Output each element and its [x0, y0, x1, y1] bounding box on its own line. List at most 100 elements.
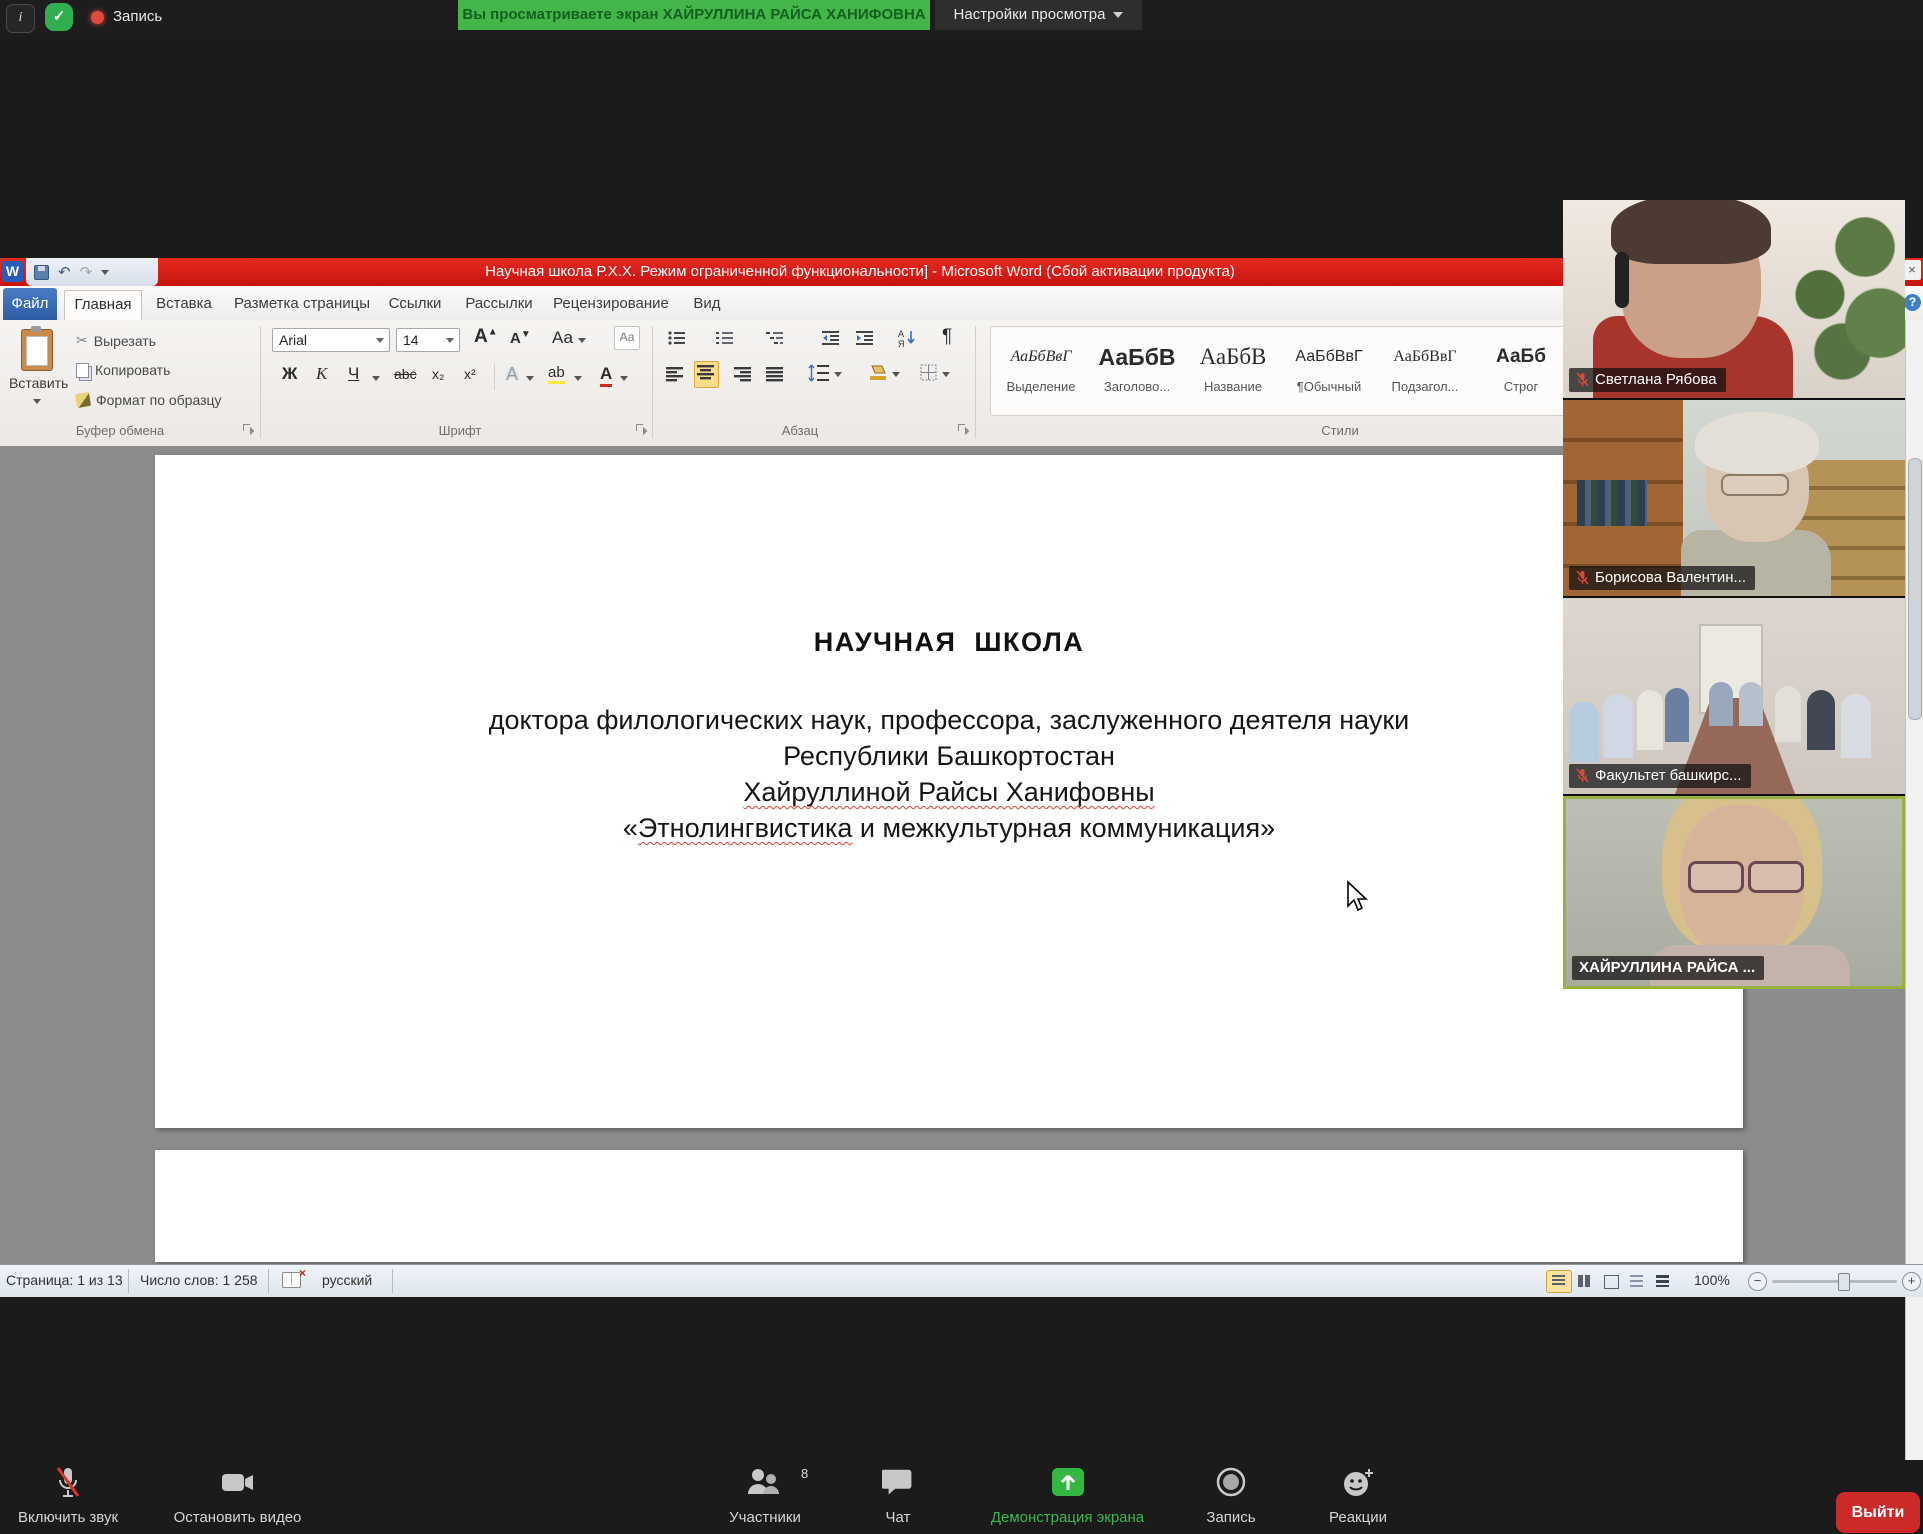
show-paragraph-marks-button[interactable]: ¶ [942, 326, 952, 348]
shading-icon[interactable] [868, 364, 888, 382]
page-count-status[interactable]: Страница: 1 из 13 [6, 1272, 123, 1288]
increase-indent-icon[interactable] [856, 330, 874, 346]
style-chip[interactable]: АаБбВ Заголово... [1089, 335, 1185, 407]
borders-icon[interactable] [920, 364, 938, 382]
font-size-combo[interactable]: 14 [396, 328, 460, 352]
outline-view-button[interactable] [1624, 1270, 1650, 1293]
clear-formatting-button[interactable]: Аа [614, 326, 640, 350]
scrollbar-thumb[interactable] [1908, 458, 1922, 720]
multilevel-list-icon[interactable] [766, 330, 784, 346]
subscript-button[interactable]: x₂ [432, 366, 444, 382]
change-case-dropdown-icon[interactable] [578, 338, 586, 343]
copy-button[interactable]: Копировать [76, 362, 170, 378]
shrink-font-button[interactable]: А▼ [510, 329, 531, 347]
help-icon[interactable]: ? [1904, 294, 1921, 311]
borders-dropdown-icon[interactable] [942, 372, 950, 377]
style-chip[interactable]: АаБбВвГ Выделение [993, 335, 1089, 407]
close-document-icon[interactable]: × [1903, 260, 1921, 280]
align-left-icon[interactable] [666, 366, 685, 382]
undo-icon[interactable]: ↶ [58, 266, 71, 279]
align-right-icon[interactable] [734, 366, 753, 382]
stop-video-button[interactable]: Остановить видео [155, 1466, 320, 1526]
tab-references[interactable]: Ссылки [384, 290, 446, 320]
zoom-out-button[interactable]: − [1748, 1272, 1767, 1291]
bold-button[interactable]: Ж [282, 364, 297, 384]
format-painter-button[interactable]: Формат по образцу [76, 392, 222, 408]
font-color-button[interactable]: А [600, 364, 612, 384]
participant-video-active-speaker[interactable]: ХАЙРУЛЛИНА РАЙСА ... [1563, 796, 1905, 989]
participant-video[interactable]: Светлана Рябова [1563, 200, 1905, 400]
paste-button[interactable]: Вставить [8, 326, 66, 422]
font-dialog-launcher-icon[interactable] [636, 424, 647, 435]
redo-icon[interactable]: ↷ [80, 266, 93, 279]
font-name-combo[interactable]: Arial [272, 328, 390, 352]
text-effects-dropdown-icon[interactable] [526, 376, 534, 381]
zoom-slider-thumb[interactable] [1838, 1273, 1850, 1291]
document-page-1[interactable]: НАУЧНАЯ ШКОЛА доктора филологических нау… [155, 455, 1743, 1128]
line-spacing-icon[interactable] [808, 364, 830, 382]
document-page-2[interactable] [155, 1150, 1743, 1262]
language-status[interactable]: русский [322, 1272, 372, 1288]
underline-dropdown-icon[interactable] [372, 376, 380, 381]
zoom-slider-track[interactable] [1772, 1280, 1897, 1283]
spellcheck-status-icon[interactable]: × [282, 1272, 301, 1288]
sort-icon[interactable]: АЯ [898, 328, 916, 348]
participants-button[interactable]: 8 Участники [705, 1466, 825, 1526]
zoom-in-button[interactable]: + [1902, 1272, 1921, 1291]
align-center-button[interactable] [694, 361, 719, 388]
change-case-button[interactable]: Аа [552, 328, 586, 348]
draft-view-button[interactable] [1650, 1270, 1676, 1293]
tab-home[interactable]: Главная [64, 290, 142, 321]
tab-file[interactable]: Файл [3, 288, 57, 320]
reactions-button[interactable]: Реакции [1310, 1466, 1406, 1526]
word-count-status[interactable]: Число слов: 1 258 [140, 1272, 258, 1288]
line-spacing-dropdown-icon[interactable] [834, 372, 842, 377]
font-color-dropdown-icon[interactable] [620, 376, 628, 381]
leave-meeting-button[interactable]: Выйти [1836, 1492, 1920, 1533]
record-button[interactable]: Запись [1185, 1466, 1277, 1526]
cut-button[interactable]: ✂ Вырезать [76, 332, 156, 349]
doc-line: Республики Башкортостан [155, 738, 1743, 774]
share-screen-button[interactable]: Демонстрация экрана [975, 1466, 1160, 1526]
unmute-button[interactable]: Включить звук [10, 1466, 126, 1526]
print-layout-view-button[interactable] [1546, 1270, 1572, 1293]
highlight-color-button[interactable]: ab [548, 364, 565, 381]
tab-view[interactable]: Вид [686, 290, 728, 320]
style-chip[interactable]: АаБбВвГ ¶Обычный [1281, 335, 1377, 407]
font-name-dropdown-icon[interactable] [376, 338, 384, 343]
tab-page-layout[interactable]: Разметка страницы [232, 290, 372, 320]
clipboard-dialog-launcher-icon[interactable] [243, 424, 254, 435]
align-justify-icon[interactable] [766, 366, 785, 382]
italic-button[interactable]: К [316, 364, 327, 384]
tab-mailings[interactable]: Рассылки [460, 290, 538, 320]
shading-dropdown-icon[interactable] [892, 372, 900, 377]
save-icon[interactable] [34, 265, 49, 280]
paragraph-dialog-launcher-icon[interactable] [958, 424, 969, 435]
bullets-icon[interactable] [668, 330, 686, 346]
security-shield-icon[interactable]: ✓ [45, 3, 73, 31]
underline-button[interactable]: Ч [348, 364, 359, 384]
participant-video[interactable]: Борисова Валентин... [1563, 400, 1905, 598]
qat-customize-icon[interactable] [101, 270, 109, 275]
superscript-button[interactable]: x² [464, 366, 476, 382]
style-chip[interactable]: АаБбВ Название [1185, 335, 1281, 407]
highlight-dropdown-icon[interactable] [574, 376, 582, 381]
web-layout-view-button[interactable] [1598, 1270, 1624, 1293]
view-settings-button[interactable]: Настройки просмотра [935, 0, 1142, 30]
tab-review[interactable]: Рецензирование [552, 290, 670, 320]
numbering-icon[interactable] [716, 330, 734, 346]
fullscreen-reading-view-button[interactable] [1572, 1270, 1598, 1293]
zoom-level-label[interactable]: 100% [1694, 1272, 1730, 1288]
meeting-info-button[interactable]: i [6, 4, 35, 33]
paste-dropdown-icon[interactable] [33, 399, 41, 404]
text-effects-button[interactable]: А [506, 364, 518, 385]
grow-font-button[interactable]: А▲ [474, 326, 498, 348]
style-chip[interactable]: АаБбВвГ Подзагол... [1377, 335, 1473, 407]
participant-video[interactable]: Факультет башкирс... [1563, 598, 1905, 796]
chat-button[interactable]: Чат [860, 1466, 936, 1526]
decrease-indent-icon[interactable] [822, 330, 840, 346]
strikethrough-button[interactable]: abc [394, 366, 417, 382]
tab-insert[interactable]: Вставка [150, 290, 218, 320]
style-chip[interactable]: АаБб Строг [1473, 335, 1569, 407]
font-size-dropdown-icon[interactable] [446, 338, 454, 343]
